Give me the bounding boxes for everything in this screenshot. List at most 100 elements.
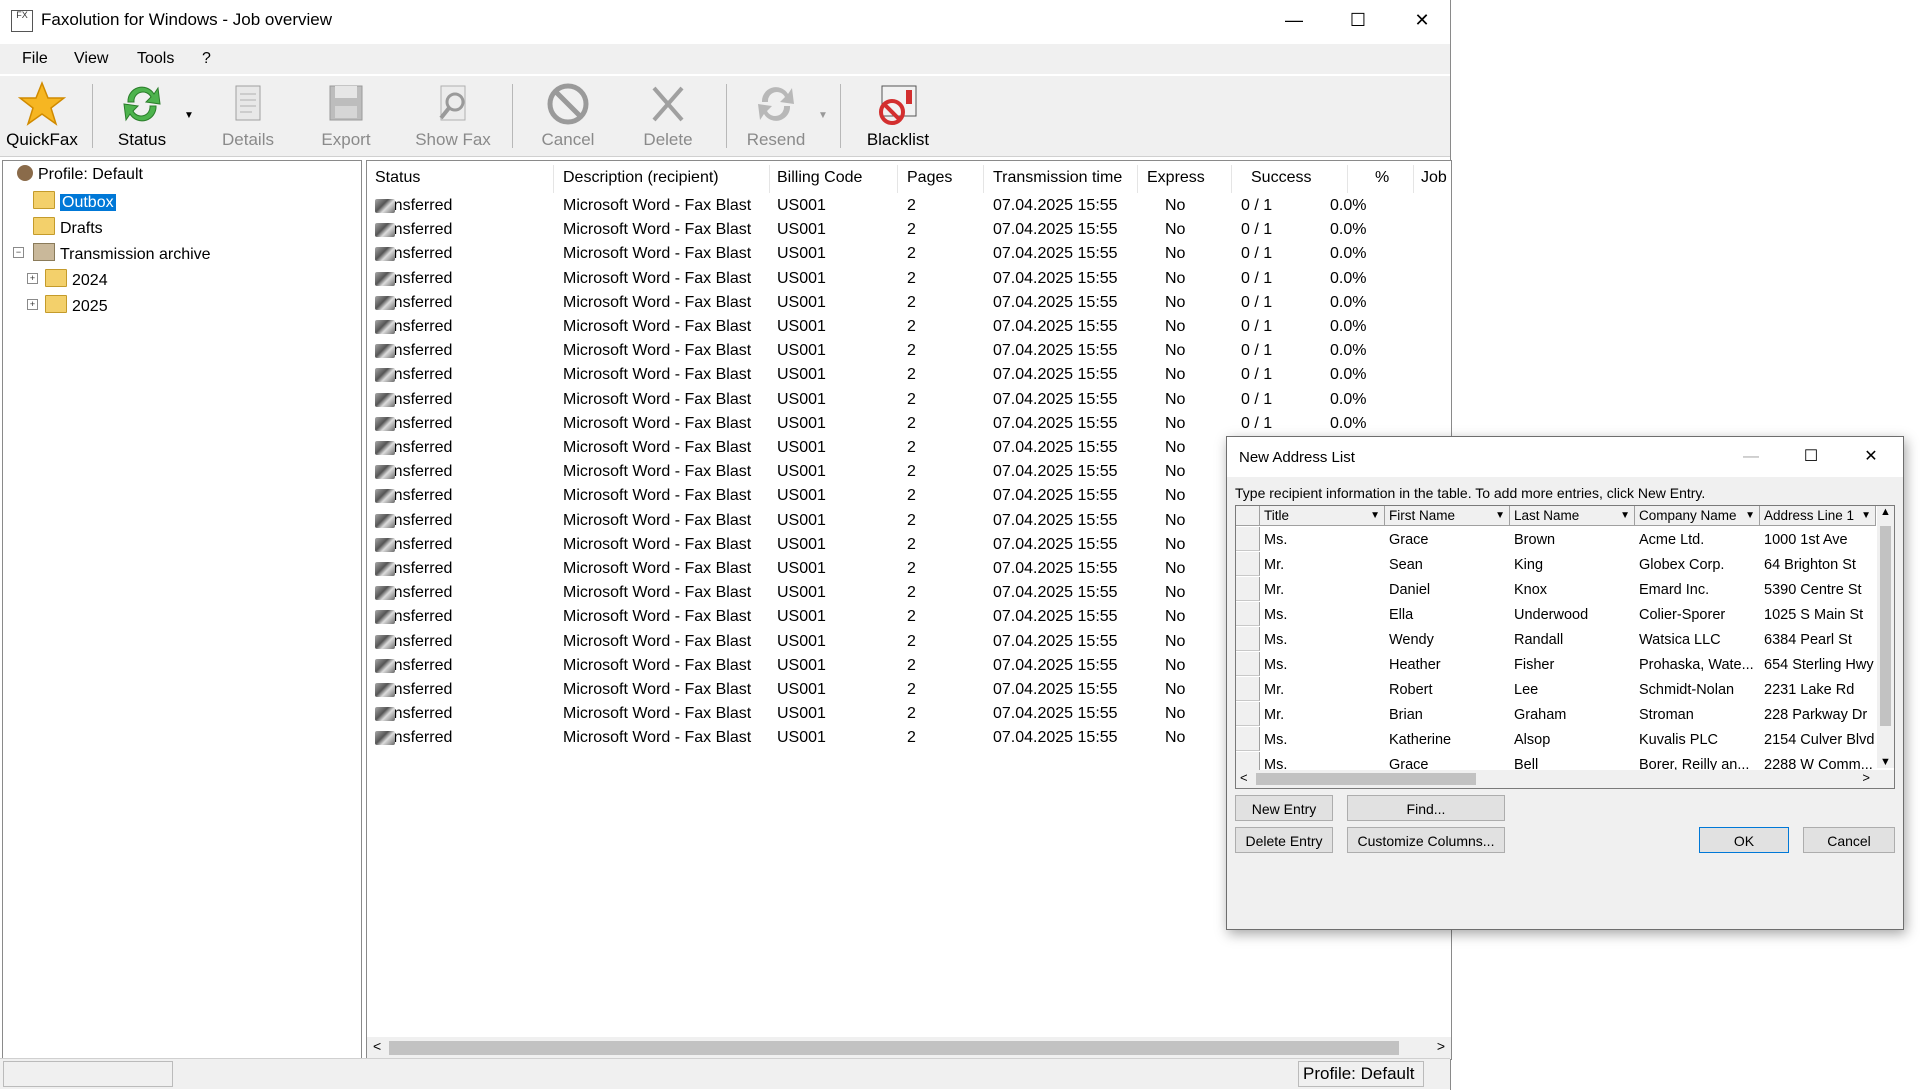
chevron-down-icon[interactable]: ▼	[1495, 506, 1505, 525]
status-button[interactable]: Status	[104, 76, 180, 156]
address-cell[interactable]: Knox	[1514, 582, 1632, 598]
grid-horizontal-scrollbar[interactable]: < >	[1236, 770, 1894, 788]
table-row[interactable]: transferred Microsoft Word - Fax Blast US0…	[367, 195, 1451, 219]
address-cell[interactable]: Underwood	[1514, 607, 1632, 623]
scroll-right-icon[interactable]: >	[1862, 770, 1870, 785]
address-cell[interactable]: Kuvalis PLC	[1639, 732, 1757, 748]
col-address-line-1[interactable]: Address Line 1 ▼	[1760, 506, 1876, 526]
col-success[interactable]: Success	[1251, 169, 1311, 187]
address-row[interactable]: Mr. Daniel Knox Emard Inc. 5390 Centre St	[1236, 577, 1876, 602]
address-cell[interactable]: 654 Sterling Hwy	[1764, 657, 1874, 673]
dialog-cancel-button[interactable]: Cancel	[1803, 827, 1895, 853]
address-cell[interactable]: Heather	[1389, 657, 1507, 673]
year-2024-expand-icon[interactable]: +	[27, 273, 38, 284]
table-row[interactable]: transferred Microsoft Word - Fax Blast US0…	[367, 219, 1451, 243]
delete-entry-button[interactable]: Delete Entry	[1235, 827, 1333, 853]
address-cell[interactable]: Ms.	[1264, 657, 1382, 673]
column-divider[interactable]	[1413, 165, 1414, 193]
job-list-horizontal-scrollbar[interactable]: < >	[367, 1037, 1451, 1059]
col-last-name[interactable]: Last Name ▼	[1510, 506, 1635, 526]
tree-year-2024[interactable]: 2024	[45, 269, 108, 290]
tree-outbox[interactable]: Outbox	[33, 191, 116, 212]
resend-dropdown-icon[interactable]: ▼	[818, 110, 828, 121]
col-title[interactable]: Title ▼	[1260, 506, 1385, 526]
new-entry-button[interactable]: New Entry	[1235, 795, 1333, 821]
address-cell[interactable]: Daniel	[1389, 582, 1507, 598]
scrollbar-thumb[interactable]	[1256, 773, 1476, 785]
address-cell[interactable]: Globex Corp.	[1639, 557, 1757, 573]
address-row[interactable]: Mr. Brian Graham Stroman 228 Parkway Dr	[1236, 702, 1876, 727]
col-first-name[interactable]: First Name ▼	[1385, 506, 1510, 526]
find-button[interactable]: Find...	[1347, 795, 1505, 821]
scrollbar-thumb[interactable]	[389, 1041, 1399, 1055]
address-cell[interactable]: 6384 Pearl St	[1764, 632, 1874, 648]
address-cell[interactable]: 1000 1st Ave	[1764, 532, 1874, 548]
address-cell[interactable]: Mr.	[1264, 707, 1382, 723]
table-row[interactable]: transferred Microsoft Word - Fax Blast US0…	[367, 316, 1451, 340]
scrollbar-thumb[interactable]	[1880, 526, 1891, 726]
address-cell[interactable]: 5390 Centre St	[1764, 582, 1874, 598]
table-row[interactable]: transferred Microsoft Word - Fax Blast US0…	[367, 292, 1451, 316]
address-cell[interactable]: Robert	[1389, 682, 1507, 698]
row-selector[interactable]	[1236, 702, 1260, 726]
address-cell[interactable]: Ella	[1389, 607, 1507, 623]
row-selector[interactable]	[1236, 527, 1260, 551]
address-cell[interactable]: Ms.	[1264, 732, 1382, 748]
column-divider[interactable]	[769, 165, 770, 193]
address-row[interactable]: Ms. Heather Fisher Prohaska, Wate... 654 Ste…	[1236, 652, 1876, 677]
scroll-down-icon[interactable]: ▼	[1880, 756, 1891, 768]
address-cell[interactable]: Acme Ltd.	[1639, 532, 1757, 548]
col-percent[interactable]: %	[1375, 169, 1389, 187]
column-divider[interactable]	[983, 165, 984, 193]
scroll-right-icon[interactable]: >	[1437, 1038, 1445, 1054]
col-description[interactable]: Description (recipient)	[563, 169, 719, 187]
address-cell[interactable]: Wendy	[1389, 632, 1507, 648]
address-cell[interactable]: Mr.	[1264, 582, 1382, 598]
close-button[interactable]: ✕	[1390, 0, 1454, 40]
row-selector[interactable]	[1236, 652, 1260, 676]
scroll-up-icon[interactable]: ▲	[1880, 506, 1891, 518]
show-fax-button[interactable]: Show Fax	[408, 76, 498, 156]
menu-file[interactable]: File	[22, 50, 48, 68]
address-cell[interactable]: Prohaska, Wate...	[1639, 657, 1757, 673]
address-cell[interactable]: 1025 S Main St	[1764, 607, 1874, 623]
ok-button[interactable]: OK	[1699, 827, 1789, 853]
address-row[interactable]: Ms. Grace Brown Acme Ltd. 1000 1st Ave	[1236, 527, 1876, 552]
address-cell[interactable]: Fisher	[1514, 657, 1632, 673]
address-cell[interactable]: Graham	[1514, 707, 1632, 723]
row-selector[interactable]	[1236, 727, 1260, 751]
address-row[interactable]: Mr. Robert Lee Schmidt-Nolan 2231 Lake Rd	[1236, 677, 1876, 702]
address-cell[interactable]: Watsica LLC	[1639, 632, 1757, 648]
column-divider[interactable]	[1231, 165, 1232, 193]
column-divider[interactable]	[1137, 165, 1138, 193]
menu-view[interactable]: View	[74, 50, 108, 68]
blacklist-button[interactable]: Blacklist	[856, 76, 940, 156]
address-row[interactable]: Ms. Wendy Randall Watsica LLC 6384 Pearl St	[1236, 627, 1876, 652]
tree-drafts[interactable]: Drafts	[33, 217, 103, 238]
address-cell[interactable]: 2231 Lake Rd	[1764, 682, 1874, 698]
customize-columns-button[interactable]: Customize Columns...	[1347, 827, 1505, 853]
address-cell[interactable]: 228 Parkway Dr	[1764, 707, 1874, 723]
row-selector[interactable]	[1236, 602, 1260, 626]
export-button[interactable]: Export	[308, 76, 384, 156]
table-row[interactable]: transferred Microsoft Word - Fax Blast US0…	[367, 268, 1451, 292]
cancel-job-button[interactable]: Cancel	[530, 76, 606, 156]
archive-collapse-icon[interactable]: −	[13, 247, 24, 258]
scroll-left-icon[interactable]: <	[373, 1038, 381, 1054]
address-row[interactable]: Ms. Ella Underwood Colier-Sporer 1025 S Main…	[1236, 602, 1876, 627]
table-row[interactable]: transferred Microsoft Word - Fax Blast US0…	[367, 243, 1451, 267]
chevron-down-icon[interactable]: ▼	[1370, 506, 1380, 525]
col-billing-code[interactable]: Billing Code	[777, 169, 862, 187]
table-row[interactable]: transferred Microsoft Word - Fax Blast US0…	[367, 340, 1451, 364]
address-cell[interactable]: 2154 Culver Blvd	[1764, 732, 1874, 748]
row-selector[interactable]	[1236, 627, 1260, 651]
address-cell[interactable]: Ms.	[1264, 632, 1382, 648]
resend-button[interactable]: Resend	[738, 76, 814, 156]
maximize-button[interactable]: ☐	[1326, 0, 1390, 40]
row-selector[interactable]	[1236, 577, 1260, 601]
tree-profile[interactable]: Profile: Default	[17, 165, 143, 184]
address-row[interactable]: Mr. Sean King Globex Corp. 64 Brighton St	[1236, 552, 1876, 577]
address-cell[interactable]: Alsop	[1514, 732, 1632, 748]
tree-archive[interactable]: Transmission archive	[33, 243, 211, 264]
year-2025-expand-icon[interactable]: +	[27, 299, 38, 310]
